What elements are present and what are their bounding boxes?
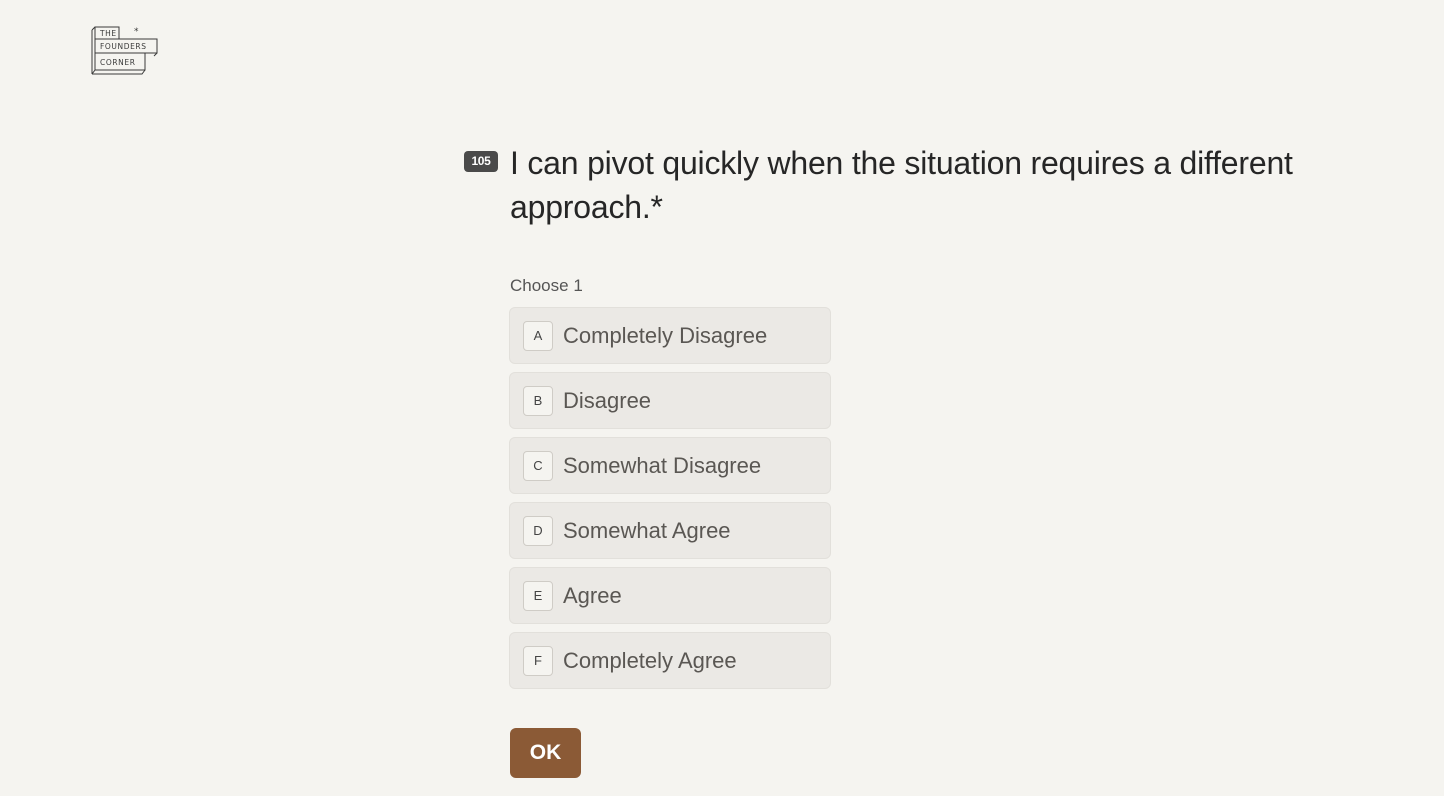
- survey-page: THE FOUNDERS CORNER * 105 I can pivot qu…: [0, 0, 1444, 796]
- question-text: I can pivot quickly when the situation r…: [510, 145, 1293, 225]
- option-label: Disagree: [563, 387, 652, 413]
- option-completely-disagree[interactable]: A Completely Disagree: [509, 307, 831, 364]
- option-somewhat-agree[interactable]: D Somewhat Agree: [509, 502, 831, 559]
- option-key-f: F: [523, 645, 553, 676]
- option-somewhat-disagree[interactable]: C Somewhat Disagree: [509, 437, 831, 494]
- question-number-badge: 105: [464, 151, 498, 172]
- option-label: Agree: [563, 582, 622, 608]
- logo-graphic: THE FOUNDERS CORNER *: [91, 26, 158, 75]
- option-label: Somewhat Disagree: [563, 452, 762, 478]
- option-key-c: C: [523, 450, 553, 481]
- option-label: Completely Agree: [563, 647, 737, 673]
- logo-line-the: THE: [99, 29, 117, 38]
- founders-corner-logo[interactable]: THE FOUNDERS CORNER *: [91, 26, 163, 78]
- option-agree[interactable]: E Agree: [509, 567, 831, 624]
- option-disagree[interactable]: B Disagree: [509, 372, 831, 429]
- ok-button[interactable]: OK: [510, 728, 581, 778]
- option-key-a: A: [523, 320, 553, 351]
- option-key-b: B: [523, 385, 553, 416]
- logo-mark: *: [134, 27, 139, 37]
- logo-line-founders: FOUNDERS: [100, 42, 147, 51]
- options-list: A Completely Disagree B Disagree C Somew…: [509, 307, 831, 697]
- option-completely-agree[interactable]: F Completely Agree: [509, 632, 831, 689]
- logo-line-corner: CORNER: [100, 58, 136, 67]
- option-key-e: E: [523, 580, 553, 611]
- option-label: Somewhat Agree: [563, 517, 731, 543]
- option-label: Completely Disagree: [563, 322, 768, 348]
- option-key-d: D: [523, 515, 553, 546]
- choice-hint: Choose 1: [510, 276, 583, 295]
